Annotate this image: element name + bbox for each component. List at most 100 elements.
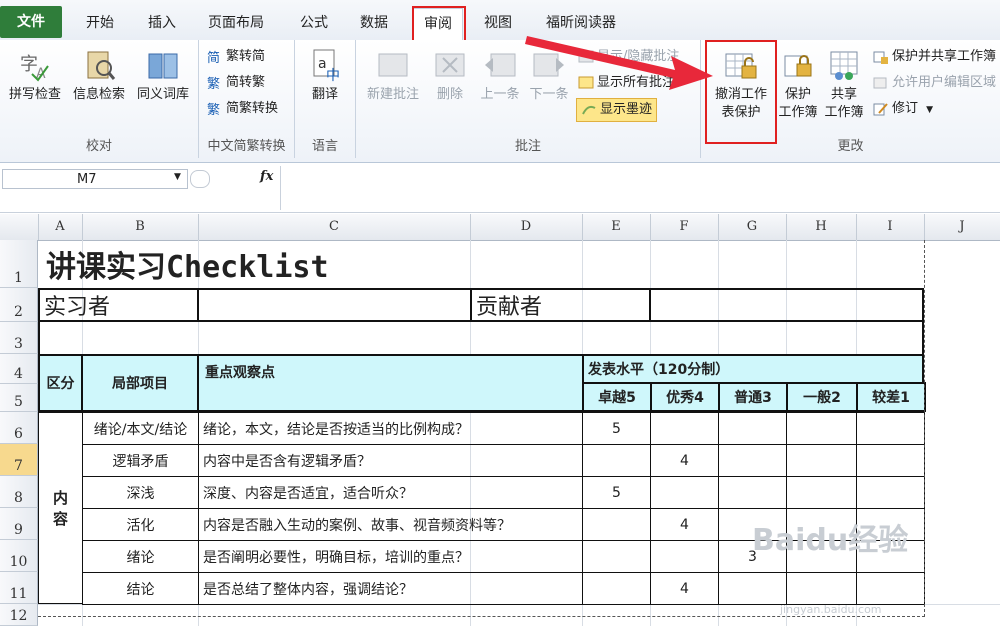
score-cell[interactable] — [856, 412, 925, 445]
column-header-e[interactable]: E — [582, 214, 651, 240]
previous-comment-button[interactable]: 上一条 — [474, 48, 526, 104]
tab-data[interactable]: 数据 — [350, 8, 398, 38]
row-header-3[interactable]: 3 — [0, 322, 38, 354]
contributor-value[interactable] — [649, 288, 924, 322]
score-cell[interactable] — [718, 412, 787, 445]
row-header-9[interactable]: 9 — [0, 508, 38, 540]
column-header-a[interactable]: A — [38, 214, 83, 240]
score-cell[interactable] — [718, 444, 787, 477]
score-cell[interactable] — [856, 476, 925, 509]
convert-button[interactable]: 繁简繁转换 — [207, 98, 278, 120]
column-header-d[interactable]: D — [470, 214, 583, 240]
score-cell[interactable] — [650, 476, 719, 509]
allow-edit-ranges-button[interactable]: 允许用户编辑区域 — [873, 72, 996, 94]
worksheet[interactable]: A B C D E F G H I J 1 2 3 4 5 6 7 8 9 10… — [0, 214, 1000, 626]
tab-home[interactable]: 开始 — [76, 8, 124, 38]
tab-formulas[interactable]: 公式 — [290, 8, 338, 38]
score-cell[interactable]: 4 — [650, 508, 719, 541]
traditional-to-simplified-button[interactable]: 简繁转简 — [207, 46, 265, 68]
header-level-4[interactable]: 一般2 — [786, 382, 858, 412]
row-header-8[interactable]: 8 — [0, 476, 38, 508]
delete-comment-button[interactable]: 删除 — [428, 48, 472, 104]
research-button[interactable]: 信息检索 — [68, 48, 130, 104]
show-ink-button[interactable]: 显示墨迹 — [576, 98, 658, 122]
row-observation-point[interactable]: 深度、内容是否适宜，适合听众？ — [198, 476, 583, 509]
score-cell[interactable] — [856, 444, 925, 477]
column-header-c[interactable]: C — [198, 214, 471, 240]
column-header-h[interactable]: H — [786, 214, 857, 240]
row-item[interactable]: 逻辑矛盾 — [82, 444, 199, 477]
header-level-3[interactable]: 普通3 — [718, 382, 788, 412]
score-cell[interactable] — [582, 508, 651, 541]
score-cell[interactable] — [786, 444, 857, 477]
row-observation-point[interactable]: 是否阐明必要性，明确目标，培训的重点？ — [198, 540, 583, 573]
row-header-1[interactable]: 1 — [0, 240, 38, 288]
column-header-i[interactable]: I — [856, 214, 925, 240]
row-header-6[interactable]: 6 — [0, 412, 38, 444]
name-box[interactable]: M7 — [2, 169, 188, 189]
header-level-2[interactable]: 优秀4 — [650, 382, 720, 412]
row-observation-point[interactable]: 内容中是否含有逻辑矛盾？ — [198, 444, 583, 477]
header-area[interactable]: 区分 — [38, 354, 83, 412]
next-comment-button[interactable]: 下一条 — [526, 48, 572, 104]
score-cell[interactable] — [786, 572, 857, 605]
show-all-comments-button[interactable]: 显示所有批注 — [578, 72, 675, 94]
score-cell[interactable] — [786, 476, 857, 509]
select-all-corner[interactable] — [0, 214, 39, 240]
row-observation-point[interactable]: 绪论，本文，结论是否按适当的比例构成？ — [198, 412, 583, 445]
score-cell[interactable] — [718, 572, 787, 605]
score-cell[interactable] — [650, 412, 719, 445]
column-header-j[interactable]: J — [924, 214, 1000, 240]
share-workbook-button[interactable]: 共享 工作簿 — [821, 48, 867, 122]
score-cell[interactable] — [582, 444, 651, 477]
tab-view[interactable]: 视图 — [474, 8, 522, 38]
simplified-to-traditional-button[interactable]: 繁简转繁 — [207, 72, 265, 94]
row-item[interactable]: 活化 — [82, 508, 199, 541]
row-header-5[interactable]: 5 — [0, 384, 38, 412]
tab-insert[interactable]: 插入 — [138, 8, 186, 38]
score-cell[interactable] — [650, 540, 719, 573]
score-cell[interactable]: 5 — [582, 412, 651, 445]
score-cell[interactable]: 4 — [650, 444, 719, 477]
spell-check-button[interactable]: 字A 拼写检查 — [4, 48, 66, 104]
score-cell[interactable] — [582, 540, 651, 573]
row-item[interactable]: 绪论 — [82, 540, 199, 573]
header-item[interactable]: 局部项目 — [81, 354, 199, 412]
row-header-7[interactable]: 7 — [0, 444, 38, 476]
column-header-g[interactable]: G — [718, 214, 787, 240]
translate-button[interactable]: a中 翻译 — [301, 48, 349, 104]
column-header-f[interactable]: F — [650, 214, 719, 240]
track-changes-button[interactable]: 修订 ▼ — [873, 98, 933, 120]
score-cell[interactable]: 5 — [582, 476, 651, 509]
formula-input[interactable] — [280, 166, 1000, 210]
score-cell[interactable]: 4 — [650, 572, 719, 605]
thesaurus-button[interactable]: 同义词库 — [132, 48, 194, 104]
row-header-4[interactable]: 4 — [0, 354, 38, 384]
score-cell[interactable] — [786, 412, 857, 445]
tab-page-layout[interactable]: 页面布局 — [198, 8, 274, 38]
formula-bar-handle-icon[interactable] — [190, 170, 210, 188]
intern-label[interactable]: 实习者 — [38, 288, 199, 322]
header-level-5[interactable]: 较差1 — [856, 382, 926, 412]
row-item[interactable]: 绪论/本文/结论 — [82, 412, 199, 445]
header-observation-point[interactable]: 重点观察点 — [197, 354, 584, 412]
score-cell[interactable] — [582, 572, 651, 605]
row-3-blank[interactable] — [38, 320, 924, 356]
new-comment-button[interactable]: 新建批注 — [360, 48, 426, 104]
protect-and-share-button[interactable]: 保护并共享工作簿 — [873, 46, 996, 68]
row-header-10[interactable]: 10 — [0, 540, 38, 572]
protect-workbook-button[interactable]: 保护 工作簿 — [775, 48, 821, 122]
row-header-11[interactable]: 11 — [0, 572, 38, 604]
intern-value[interactable] — [197, 288, 472, 322]
header-level[interactable]: 发表水平（120分制） — [582, 354, 924, 384]
tab-file[interactable]: 文件 — [0, 6, 62, 38]
tab-foxit-reader[interactable]: 福昕阅读器 — [536, 8, 626, 38]
name-box-dropdown-icon[interactable]: ▼ — [174, 172, 181, 182]
row-observation-point[interactable]: 内容是否融入生动的案例、故事、视音频资料等？ — [198, 508, 583, 541]
row-item[interactable]: 结论 — [82, 572, 199, 605]
column-header-b[interactable]: B — [82, 214, 199, 240]
score-cell[interactable] — [718, 476, 787, 509]
row-header-2[interactable]: 2 — [0, 288, 38, 322]
row-item[interactable]: 深浅 — [82, 476, 199, 509]
contributor-label[interactable]: 贡献者 — [470, 288, 651, 322]
